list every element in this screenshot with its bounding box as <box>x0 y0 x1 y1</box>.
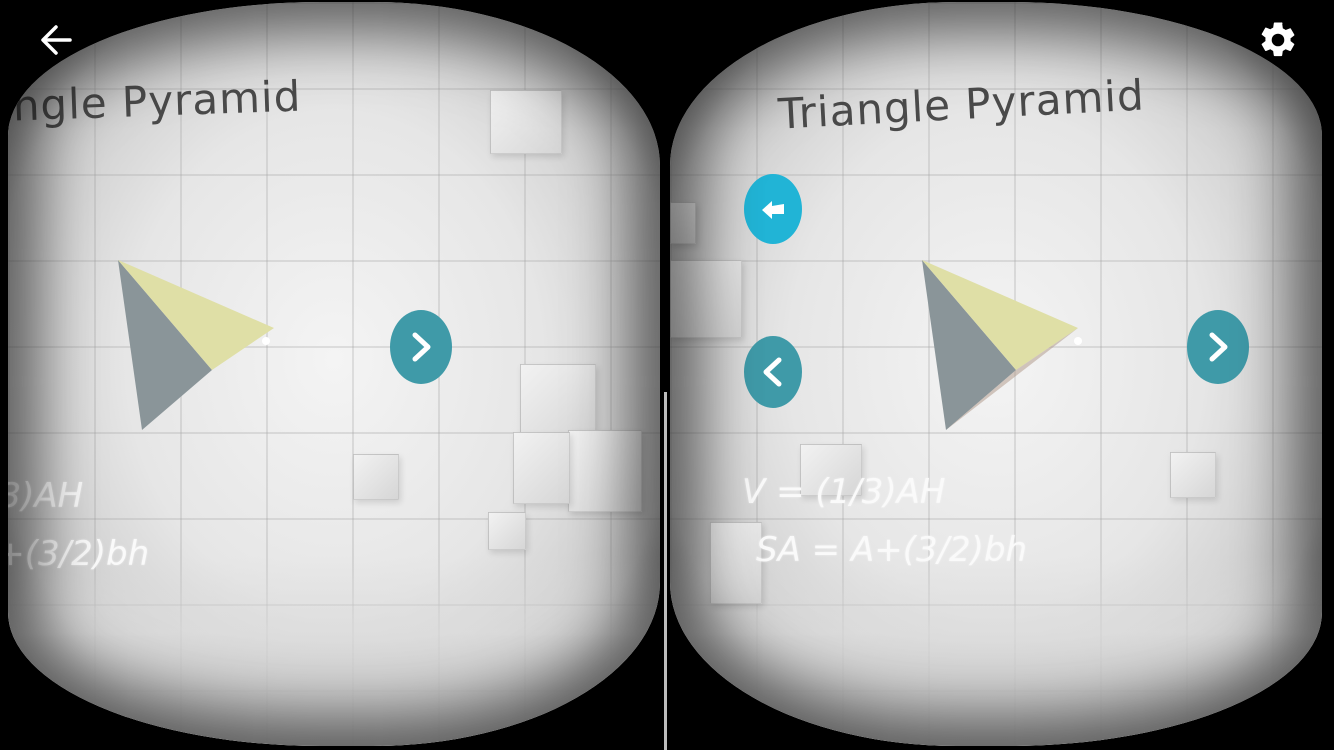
wall-cube <box>520 364 596 436</box>
next-button[interactable] <box>1187 310 1249 384</box>
floor <box>8 556 660 746</box>
volume-formula: /3)AH <box>8 476 84 516</box>
right-eye-lens: Triangle Pyramid V = (1/3)AH SA = A+(3/2… <box>670 2 1322 746</box>
wall-cube <box>513 432 570 504</box>
surface-area-formula: SA = A+(3/2)bh <box>756 530 1028 570</box>
wall-cube <box>1170 452 1216 498</box>
arrow-back-icon <box>41 25 72 55</box>
wall-cube <box>488 512 526 550</box>
wall-cube <box>568 430 642 512</box>
right-eye-view: Triangle Pyramid V = (1/3)AH SA = A+(3/2… <box>668 0 1334 750</box>
wall-cube <box>710 522 762 604</box>
left-eye-view: angle Pyramid /3)AH A+(3/2)bh <box>0 0 666 750</box>
chevron-right-icon <box>1209 332 1228 362</box>
triangle-pyramid-model <box>118 260 274 430</box>
next-button[interactable] <box>390 310 452 384</box>
chevron-left-icon <box>763 357 782 387</box>
gaze-cursor <box>262 337 270 345</box>
arrow-left-icon <box>762 201 784 219</box>
previous-button[interactable] <box>744 336 802 408</box>
gaze-cursor <box>1074 337 1082 345</box>
exit-back-button[interactable] <box>34 18 78 62</box>
floor <box>670 556 1322 746</box>
volume-formula: V = (1/3)AH <box>742 472 946 512</box>
left-eye-lens: angle Pyramid /3)AH A+(3/2)bh <box>8 2 660 746</box>
wall-cube <box>490 90 562 154</box>
wall-cube <box>670 260 742 338</box>
vr-stereo-view: angle Pyramid /3)AH A+(3/2)bh <box>0 0 1334 750</box>
back-button[interactable] <box>744 174 802 244</box>
stereo-divider-line <box>664 392 667 750</box>
wall-cube <box>670 202 696 244</box>
triangle-pyramid-model <box>922 260 1078 430</box>
wall-cube <box>353 454 399 500</box>
gear-icon <box>1261 22 1295 57</box>
settings-button[interactable] <box>1256 18 1300 62</box>
surface-area-formula: A+(3/2)bh <box>8 534 150 574</box>
chevron-right-icon <box>412 332 431 362</box>
